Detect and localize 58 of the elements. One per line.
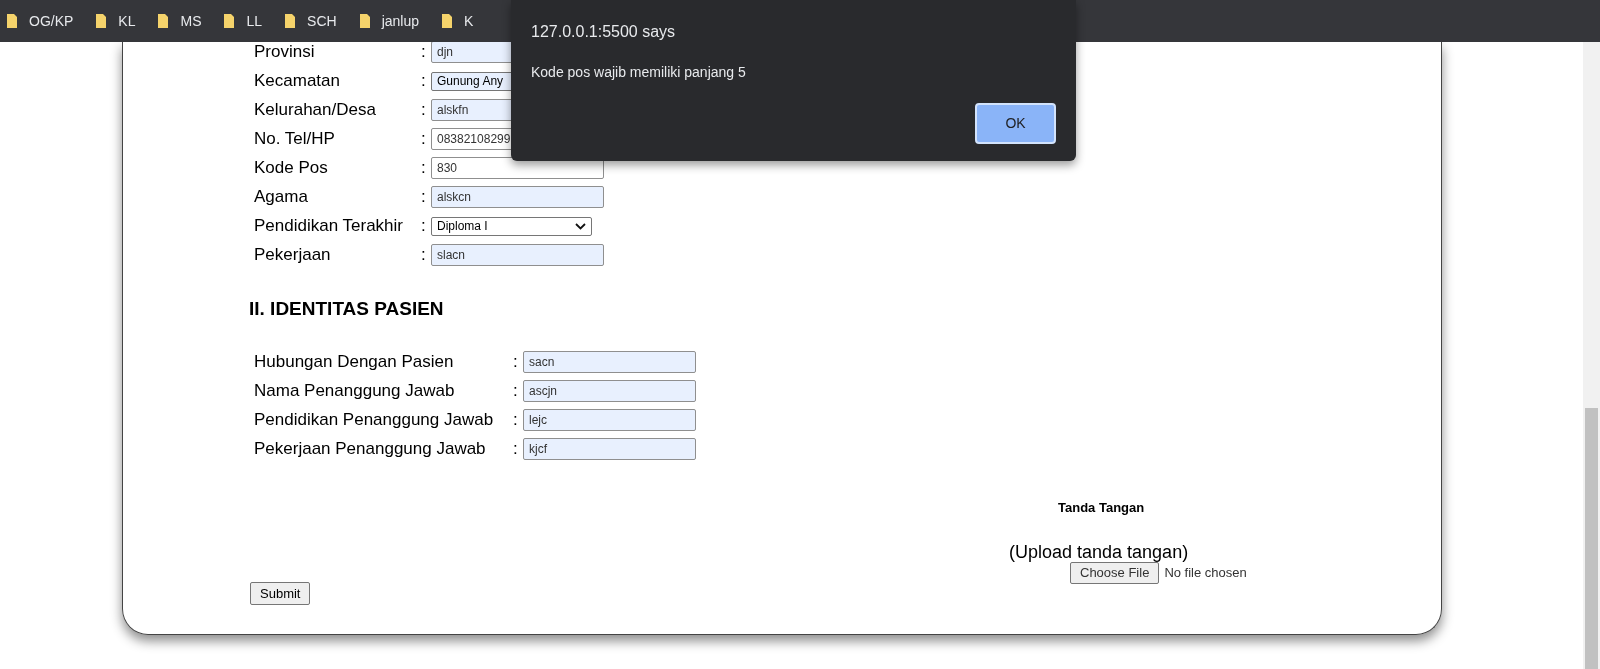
scrollbar-thumb[interactable] — [1585, 408, 1598, 669]
input-field[interactable]: ascjn — [523, 379, 696, 402]
field-label: Kode Pos — [254, 157, 329, 180]
field-label: Pendidikan Penanggung Jawab — [254, 408, 495, 431]
colon-separator: : — [421, 244, 427, 267]
bookmark-link[interactable]: janlup — [381, 10, 419, 32]
bookmark-link[interactable]: KL — [118, 10, 136, 32]
upload-label: (Upload tanda tangan) — [1009, 542, 1189, 562]
colon-separator: : — [513, 437, 519, 460]
colon-separator: : — [421, 99, 427, 122]
file-status: No file chosen — [1164, 564, 1247, 583]
folder-icon — [95, 13, 108, 29]
field-label: No. Tel/HP — [254, 128, 336, 151]
field-label: Provinsi — [254, 41, 316, 64]
colon-separator: : — [421, 70, 427, 93]
field-label: Pendidikan Terakhir — [254, 215, 404, 238]
dialog-message: Kode pos wajib memiliki panjang 5 — [531, 63, 747, 82]
folder-icon — [358, 13, 371, 29]
field-label: Agama — [254, 186, 309, 209]
input-field[interactable]: lejc — [523, 408, 696, 431]
scrollbar[interactable] — [1583, 42, 1600, 669]
chevron-down-icon — [575, 222, 586, 230]
input-field[interactable]: alskcn — [431, 186, 604, 208]
folder-icon — [284, 13, 297, 29]
bookmark-link[interactable]: K — [464, 10, 474, 32]
field-label: Kecamatan — [254, 70, 341, 93]
select-field[interactable]: Diploma I — [431, 216, 592, 236]
bookmark-link[interactable]: OG/KP — [29, 10, 74, 32]
field-label: Pekerjaan Penanggung Jawab — [254, 437, 487, 460]
ok-button[interactable]: OK — [975, 103, 1056, 144]
colon-separator: : — [421, 157, 427, 180]
folder-icon — [157, 13, 170, 29]
input-field[interactable]: slacn — [431, 244, 604, 266]
bookmark-link[interactable]: LL — [246, 10, 263, 32]
submit-button[interactable]: Submit — [250, 582, 311, 605]
signature-heading: Tanda Tangan — [1058, 498, 1145, 517]
colon-separator: : — [513, 350, 519, 373]
colon-separator: : — [513, 379, 519, 402]
folder-icon — [6, 13, 18, 29]
colon-separator: : — [421, 128, 427, 151]
folder-icon — [223, 13, 236, 29]
colon-separator: : — [421, 215, 427, 238]
colon-separator: : — [421, 186, 427, 209]
input-field[interactable]: 830 — [431, 157, 604, 179]
field-label: Pekerjaan — [254, 244, 332, 267]
colon-separator: : — [513, 408, 519, 431]
folder-icon — [441, 13, 453, 29]
input-field[interactable]: sacn — [523, 350, 696, 373]
choose-file-button[interactable]: Choose File — [1070, 562, 1160, 584]
section-heading: II. IDENTITAS PASIEN — [249, 297, 445, 321]
field-label: Nama Penanggung Jawab — [254, 379, 456, 402]
input-field[interactable]: kjcf — [523, 437, 696, 460]
bookmark-link[interactable]: MS — [180, 10, 202, 32]
colon-separator: : — [421, 41, 427, 64]
field-label: Hubungan Dengan Pasien — [254, 350, 455, 373]
dialog-title: 127.0.0.1:5500 says — [531, 22, 677, 42]
bookmark-link[interactable]: SCH — [307, 10, 337, 32]
field-label: Kelurahan/Desa — [254, 99, 377, 122]
